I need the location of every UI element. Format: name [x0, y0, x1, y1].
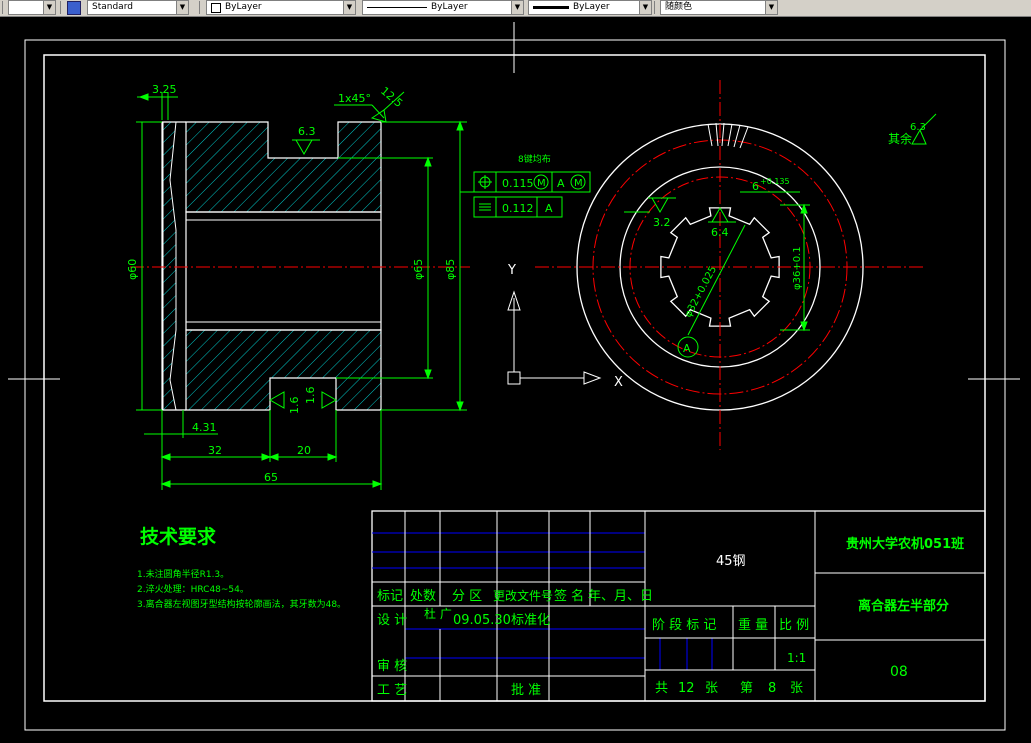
section-hatch-top — [185, 121, 382, 213]
header-count: 处数 — [410, 589, 436, 604]
tolerance-row1-ref: A — [557, 177, 565, 190]
toolbar-separator — [60, 1, 61, 14]
bore — [185, 211, 382, 331]
flange-hatch — [162, 121, 177, 411]
dim-4-31: 4.31 — [192, 421, 217, 434]
header-stage: 阶 段 标 记 — [652, 618, 716, 633]
roughness-top: 6.3 — [298, 125, 316, 138]
header-process: 工 艺 — [377, 683, 407, 698]
tech-title: 技术要求 — [140, 525, 217, 548]
chevron-down-icon: ▼ — [639, 1, 651, 14]
designer: 杜 广 — [424, 606, 452, 621]
ucs-icon — [507, 290, 602, 385]
tolerance-label: 8键均布 — [518, 153, 551, 165]
dim-top-small: 3.25 — [152, 83, 177, 96]
dimensions-right — [624, 113, 937, 358]
header-approve: 批 准 — [511, 683, 541, 698]
toolbar-separator — [199, 1, 200, 14]
tolerance-row1-value: 0.115 — [502, 177, 534, 190]
dim-chamfer-angle: 12.5 — [378, 84, 405, 110]
tech-line-3: 3.离合器左视图牙型结构按轮廓画法，其牙数为48。 — [137, 598, 346, 610]
lineweight-value: ByLayer — [573, 2, 610, 12]
roughness-bottom-1: 1.6 — [288, 397, 301, 415]
text-style-icon[interactable] — [67, 1, 81, 15]
drawing-canvas[interactable]: 3.25 1x45° 12.5 6.3 φ60 φ65 φ85 1.6 1.6 … — [0, 17, 1031, 743]
dim-chamfer: 1x45° — [338, 92, 371, 105]
sheet-number: 8 — [768, 681, 776, 696]
tech-requirements: 技术要求 1.未注圆角半径R1.3。 2.淬火处理：HRC48~54。 3.离合… — [137, 525, 346, 610]
chevron-down-icon: ▼ — [43, 1, 55, 14]
dim-65: 65 — [264, 471, 278, 484]
rest-roughness: 6.3 — [910, 122, 926, 133]
header-zone: 分 区 — [452, 589, 482, 604]
unknown-combo[interactable]: ▼ — [8, 0, 56, 15]
dim-32: 32 — [208, 444, 222, 457]
color-select[interactable]: 随颜色 ▼ — [660, 0, 778, 15]
tolerance-row1-m: M — [537, 178, 546, 189]
dim-6-tolerance: +0.135 — [760, 177, 790, 186]
dim-dia-85: φ85 — [444, 259, 457, 280]
design-date: 09.05.30 — [453, 613, 511, 628]
total-sheets: 12 — [678, 681, 695, 696]
layer-select[interactable]: ByLayer ▼ — [206, 0, 356, 15]
header-mark: 标记 — [377, 589, 403, 604]
toolbar-separator — [2, 1, 3, 14]
chevron-down-icon: ▼ — [176, 1, 188, 14]
dim-dia-36: φ36+0.1 — [792, 246, 803, 290]
header-date: 年、月、日 — [588, 589, 653, 604]
dim-dia-60: φ60 — [126, 259, 139, 280]
tech-line-2: 2.淬火处理：HRC48~54。 — [137, 583, 249, 595]
chevron-down-icon: ▼ — [765, 1, 777, 14]
end-view — [535, 80, 925, 450]
linetype-preview-icon — [367, 7, 427, 8]
text-style-value: Standard — [92, 2, 133, 12]
sheet-suffix: 张 — [790, 681, 803, 696]
header-change: 更改文件号 — [493, 588, 553, 603]
dim-dia-32: φ32+0.025 — [683, 265, 719, 320]
roughness-bottom-2: 1.6 — [304, 387, 317, 405]
datum-a: A — [683, 342, 691, 355]
sheet-prefix: 第 — [740, 681, 753, 696]
linetype-select[interactable]: ByLayer ▼ — [362, 0, 524, 15]
ucs-x-label: X — [614, 375, 623, 390]
properties-toolbar: ▼ Standard ▼ ByLayer ▼ ByLayer ▼ ByLayer ▼ 随… — [0, 0, 1031, 17]
color-swatch-icon — [211, 3, 221, 13]
chevron-down-icon: ▼ — [343, 1, 355, 14]
scale: 1:1 — [787, 651, 806, 665]
ucs-y-label: Y — [507, 263, 516, 278]
chevron-down-icon: ▼ — [511, 1, 523, 14]
lineweight-select[interactable]: ByLayer ▼ — [528, 0, 652, 15]
total-suffix: 张 — [705, 681, 718, 696]
tech-line-1: 1.未注圆角半径R1.3。 — [137, 568, 229, 580]
header-weight: 重 量 — [738, 617, 768, 633]
dim-6: 6 — [752, 180, 759, 193]
header-review: 审 核 — [377, 659, 407, 674]
part-name: 离合器左半部分 — [858, 598, 949, 614]
tolerance-row2-value: 0.112 — [502, 202, 534, 215]
material: 45钢 — [716, 554, 746, 569]
header-standard: 标准化 — [511, 613, 550, 628]
text-style-select[interactable]: Standard ▼ — [87, 0, 189, 15]
school: 贵州大学农机051班 — [846, 536, 964, 552]
color-value: 随颜色 — [665, 2, 693, 12]
toolbar-separator — [654, 1, 655, 14]
header-scale: 比 例 — [779, 618, 809, 633]
tolerance-row1-ref-m: M — [574, 178, 583, 189]
roughness-3-2: 3.2 — [653, 216, 671, 229]
linetype-value: ByLayer — [431, 2, 468, 12]
dim-20: 20 — [297, 444, 311, 457]
dim-dia-65: φ65 — [412, 259, 425, 280]
layer-value: ByLayer — [225, 2, 262, 12]
total-prefix: 共 — [655, 681, 668, 696]
header-design: 设 计 — [377, 613, 407, 628]
lineweight-preview-icon — [533, 6, 569, 9]
cad-drawing: 3.25 1x45° 12.5 6.3 φ60 φ65 φ85 1.6 1.6 … — [8, 22, 1020, 731]
roughness-6-4: 6.4 — [711, 226, 729, 239]
header-sign: 签 名 — [554, 588, 584, 604]
drawing-number: 08 — [890, 664, 908, 680]
tolerance-row2-ref: A — [545, 202, 553, 215]
rest-label: 其余 — [888, 131, 912, 146]
